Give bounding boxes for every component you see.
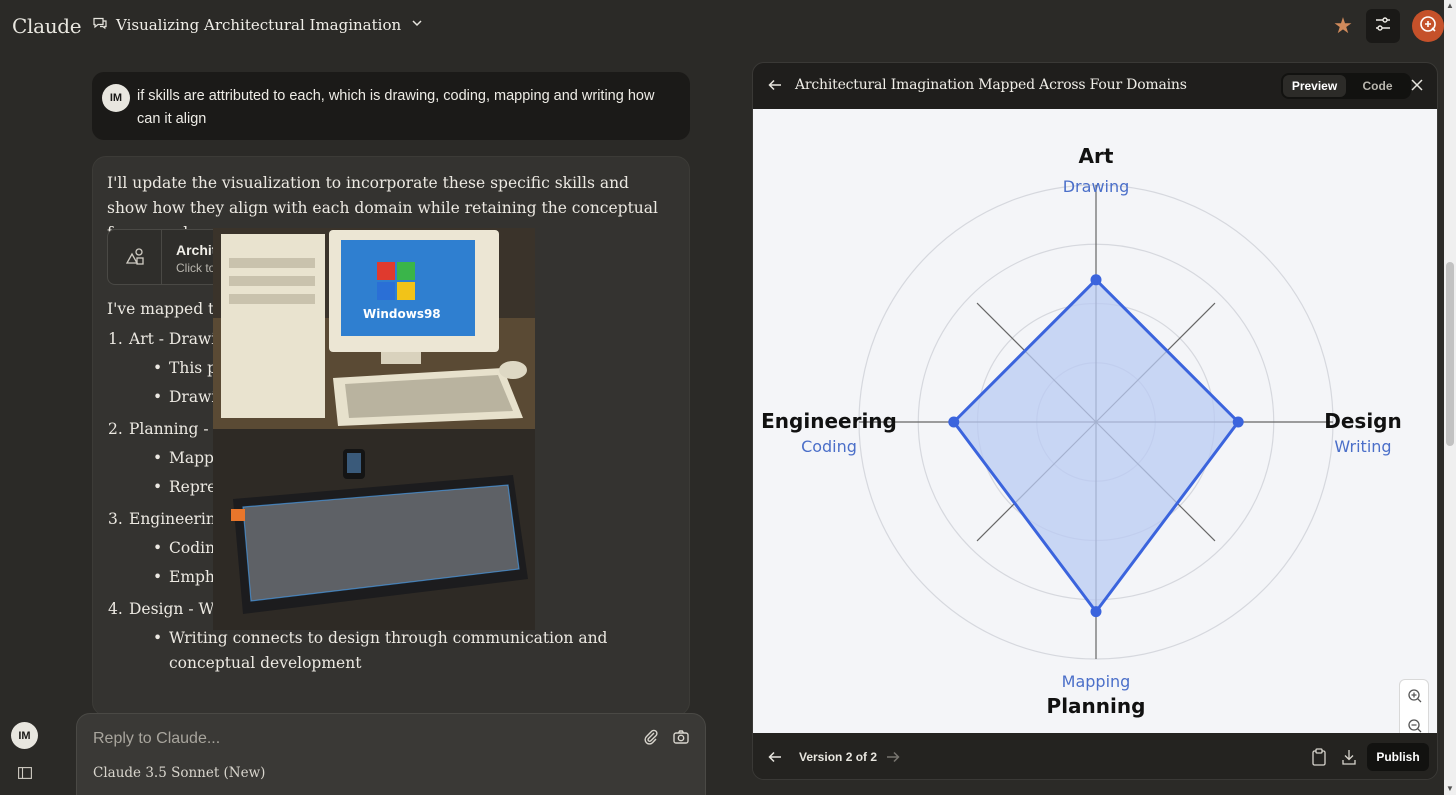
scrollbar-thumb[interactable]: [1446, 262, 1454, 446]
artifact-chip-title: Archit: [176, 242, 217, 258]
user-avatar-sidebar[interactable]: IM: [11, 722, 38, 749]
zoom-in-icon[interactable]: [1407, 688, 1423, 704]
overlay-photo: Windows98: [213, 228, 535, 630]
list-item-title: Engineerin: [129, 510, 216, 528]
radar-domain-label: Art: [1079, 144, 1114, 168]
radar-chart: Art Drawing Design Writing Planning Mapping En…: [761, 144, 1402, 718]
version-label: Version 2 of 2: [799, 750, 878, 764]
user-avatar: IM: [102, 84, 130, 112]
list-item-number: 3.: [108, 510, 123, 528]
conversation-title: Visualizing Architectural Imagination: [116, 16, 402, 34]
list-item-number: 2.: [108, 420, 123, 438]
view-toggle: Preview Code: [1281, 73, 1411, 99]
top-bar: Claude Visualizing Architectural Imagina…: [0, 0, 1456, 54]
arrow-right-icon[interactable]: [885, 749, 901, 770]
tab-preview[interactable]: Preview: [1283, 75, 1346, 97]
sidebar-toggle-icon[interactable]: [18, 766, 32, 784]
sliders-icon: [1374, 15, 1392, 38]
radar-skill-label: Coding: [801, 437, 857, 456]
artifact-title: Architectural Imagination Mapped Across …: [795, 77, 1187, 93]
radar-domain-label: Design: [1324, 409, 1401, 433]
reply-composer[interactable]: Reply to Claude... Claude 3.5 Sonnet (Ne…: [76, 713, 706, 795]
zoom-out-icon[interactable]: [1407, 718, 1423, 734]
radar-skill-label: Mapping: [1062, 672, 1131, 691]
radar-skill-label: Writing: [1334, 437, 1391, 456]
chat-bubble-icon: [92, 15, 108, 35]
chevron-down-icon: [409, 15, 425, 35]
scroll-down-icon[interactable]: ▼: [1446, 785, 1454, 793]
artifact-footer: Version 2 of 2 Publish: [753, 733, 1437, 779]
artifact-chip-subtitle: Click to: [176, 261, 216, 275]
page-scrollbar[interactable]: ▲ ▼: [1444, 0, 1456, 795]
radar-data-point: [948, 416, 960, 428]
svg-text:Windows98: Windows98: [363, 307, 441, 321]
settings-button[interactable]: [1366, 9, 1400, 43]
paperclip-icon[interactable]: [642, 728, 660, 751]
publish-button[interactable]: Publish: [1367, 743, 1429, 771]
artifact-header: Architectural Imagination Mapped Across …: [753, 63, 1437, 109]
photo-computer-setup: Windows98: [213, 228, 535, 429]
radar-data-point: [1232, 416, 1244, 428]
reply-input[interactable]: Reply to Claude...: [93, 730, 220, 748]
list-item-title: Art - Drawi: [129, 330, 217, 348]
shapes-icon: [108, 230, 162, 284]
radar-data-point: [1090, 606, 1102, 618]
close-icon[interactable]: [1409, 77, 1425, 98]
arrow-left-icon[interactable]: [767, 749, 783, 770]
radar-domain-label: Planning: [1047, 694, 1146, 718]
list-item-number: 4.: [108, 600, 123, 618]
bullet: Writing connects to design through commu…: [153, 626, 663, 676]
new-chat-button[interactable]: [1412, 10, 1444, 42]
star-icon[interactable]: ★: [1332, 15, 1354, 37]
user-message-text: if skills are attributed to each, which …: [137, 88, 655, 127]
user-message: IM if skills are attributed to each, whi…: [92, 72, 690, 140]
tab-code[interactable]: Code: [1346, 75, 1409, 97]
scroll-up-icon[interactable]: ▲: [1446, 2, 1454, 10]
download-icon[interactable]: [1341, 748, 1357, 771]
clipboard-icon[interactable]: [1311, 748, 1327, 771]
artifact-panel: Architectural Imagination Mapped Across …: [752, 62, 1438, 780]
radar-skill-label: Drawing: [1063, 177, 1130, 196]
list-item-number: 1.: [108, 330, 123, 348]
camera-icon[interactable]: [672, 728, 690, 751]
list-item-title: Planning -: [129, 420, 209, 438]
model-selector[interactable]: Claude 3.5 Sonnet (New): [93, 765, 265, 781]
radar-domain-label: Engineering: [761, 409, 897, 433]
brand-logo[interactable]: Claude: [12, 14, 82, 38]
new-chat-icon: [1418, 14, 1438, 39]
conversation-title-menu[interactable]: Visualizing Architectural Imagination: [92, 15, 425, 35]
radar-data-point: [1090, 274, 1102, 286]
artifact-canvas: Art Drawing Design Writing Planning Mapping En…: [753, 109, 1437, 771]
arrow-left-icon[interactable]: [767, 77, 783, 98]
photo-keyboard: [213, 429, 535, 630]
radar-series-area: [951, 277, 1241, 615]
